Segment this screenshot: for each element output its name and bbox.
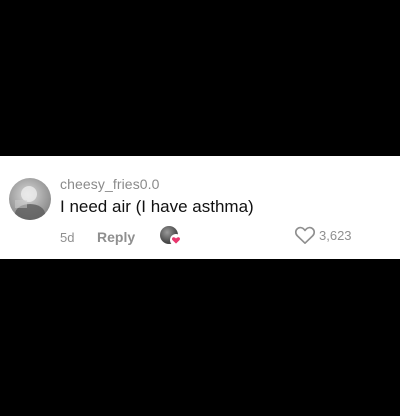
comment-card: cheesy_fries0.0 I need air (I have asthm…	[0, 156, 400, 259]
heart-badge-icon	[170, 234, 182, 246]
comment-time: 5d	[60, 229, 75, 245]
comment-text: I need air (I have asthma)	[60, 197, 254, 216]
like-button[interactable]: 3,623	[294, 224, 352, 246]
creator-liked-badge	[160, 224, 184, 246]
avatar-image	[15, 186, 45, 220]
heart-outline-icon	[294, 226, 316, 244]
like-count: 3,623	[319, 227, 352, 243]
reply-button[interactable]: Reply	[97, 229, 135, 245]
comment-meta-row: 5d Reply	[60, 227, 135, 247]
comment-username[interactable]: cheesy_fries0.0	[60, 176, 160, 192]
user-avatar[interactable]	[9, 178, 51, 220]
